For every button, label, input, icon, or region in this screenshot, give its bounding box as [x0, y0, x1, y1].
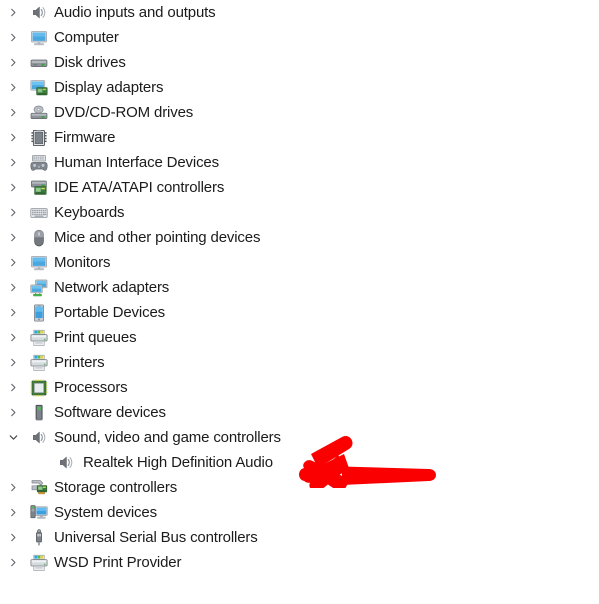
printer-icon — [26, 325, 51, 350]
tree-row[interactable]: Realtek High Definition Audio — [0, 450, 599, 475]
chevron-right-icon[interactable] — [0, 200, 26, 225]
speaker-icon — [26, 425, 51, 450]
tree-row[interactable]: DVD/CD-ROM drives — [0, 100, 599, 125]
tree-row-label: Printers — [54, 353, 105, 371]
tree-row-label: Computer — [54, 28, 119, 46]
portable-device-icon — [26, 300, 51, 325]
tree-row[interactable]: Display adapters — [0, 75, 599, 100]
tree-row-label: Display adapters — [54, 78, 164, 96]
tree-row-label: IDE ATA/ATAPI controllers — [54, 178, 225, 196]
tree-row-list: Audio inputs and outputs Computer Disk d… — [0, 0, 599, 575]
tree-row-label: System devices — [54, 503, 157, 521]
tree-row[interactable]: IDE ATA/ATAPI controllers — [0, 175, 599, 200]
chevron-right-icon[interactable] — [0, 375, 26, 400]
tree-row-label: Audio inputs and outputs — [54, 3, 216, 21]
tree-row[interactable]: Monitors — [0, 250, 599, 275]
system-device-icon — [26, 500, 51, 525]
chevron-right-icon[interactable] — [0, 550, 26, 575]
tree-row-label: Monitors — [54, 253, 111, 271]
chevron-right-icon[interactable] — [0, 0, 26, 25]
disk-drive-icon — [26, 50, 51, 75]
tree-row[interactable]: Firmware — [0, 125, 599, 150]
tree-row[interactable]: Software devices — [0, 400, 599, 425]
printer-icon — [26, 550, 51, 575]
chevron-right-icon[interactable] — [0, 100, 26, 125]
tree-row-label: Network adapters — [54, 278, 170, 296]
tree-row[interactable]: Computer — [0, 25, 599, 50]
tree-row[interactable]: Network adapters — [0, 275, 599, 300]
tree-row-label: Sound, video and game controllers — [54, 428, 281, 446]
tree-row[interactable]: Processors — [0, 375, 599, 400]
monitor-icon — [26, 250, 51, 275]
tree-row[interactable]: Storage controllers — [0, 475, 599, 500]
tree-row-label: Processors — [54, 378, 128, 396]
display-adapter-icon — [26, 75, 51, 100]
printer-icon — [26, 350, 51, 375]
network-adapter-icon — [26, 275, 51, 300]
chevron-right-icon[interactable] — [0, 400, 26, 425]
tree-row[interactable]: WSD Print Provider — [0, 550, 599, 575]
tree-row-label: DVD/CD-ROM drives — [54, 103, 194, 121]
chevron-right-icon[interactable] — [0, 325, 26, 350]
tree-row-label: Portable Devices — [54, 303, 165, 321]
tree-row[interactable]: Audio inputs and outputs — [0, 0, 599, 25]
hid-gamepad-icon — [26, 150, 51, 175]
tree-row[interactable]: Universal Serial Bus controllers — [0, 525, 599, 550]
tree-row-label: Software devices — [54, 403, 166, 421]
speaker-icon — [26, 0, 51, 25]
software-device-icon — [26, 400, 51, 425]
device-manager-tree[interactable]: Audio inputs and outputs Computer Disk d… — [0, 0, 599, 604]
chevron-right-icon[interactable] — [0, 525, 26, 550]
ide-controller-icon — [26, 175, 51, 200]
tree-row[interactable]: Print queues — [0, 325, 599, 350]
chevron-down-icon[interactable] — [0, 425, 26, 450]
chevron-right-icon[interactable] — [0, 350, 26, 375]
tree-row[interactable]: Mice and other pointing devices — [0, 225, 599, 250]
processor-icon — [26, 375, 51, 400]
tree-row[interactable]: Keyboards — [0, 200, 599, 225]
chevron-right-icon[interactable] — [0, 475, 26, 500]
tree-row[interactable]: Sound, video and game controllers — [0, 425, 599, 450]
chevron-right-icon[interactable] — [0, 225, 26, 250]
chevron-right-icon[interactable] — [0, 125, 26, 150]
tree-row-label: Firmware — [54, 128, 116, 146]
optical-drive-icon — [26, 100, 51, 125]
tree-row[interactable]: Disk drives — [0, 50, 599, 75]
storage-controller-icon — [26, 475, 51, 500]
chevron-right-icon[interactable] — [0, 75, 26, 100]
firmware-chip-icon — [26, 125, 51, 150]
usb-icon — [26, 525, 51, 550]
tree-row-label: Storage controllers — [54, 478, 178, 496]
tree-row-label: WSD Print Provider — [54, 553, 182, 571]
tree-row-label: Print queues — [54, 328, 137, 346]
monitor-icon — [26, 25, 51, 50]
tree-row[interactable]: Human Interface Devices — [0, 150, 599, 175]
chevron-right-icon[interactable] — [0, 500, 26, 525]
expander-placeholder — [27, 450, 53, 475]
chevron-right-icon[interactable] — [0, 150, 26, 175]
tree-row-label: Mice and other pointing devices — [54, 228, 261, 246]
tree-row[interactable]: System devices — [0, 500, 599, 525]
tree-row-label: Human Interface Devices — [54, 153, 219, 171]
chevron-right-icon[interactable] — [0, 250, 26, 275]
tree-row-label: Universal Serial Bus controllers — [54, 528, 258, 546]
tree-row[interactable]: Printers — [0, 350, 599, 375]
tree-row-label: Disk drives — [54, 53, 126, 71]
mouse-icon — [26, 225, 51, 250]
keyboard-icon — [26, 200, 51, 225]
chevron-right-icon[interactable] — [0, 275, 26, 300]
tree-row-label: Realtek High Definition Audio — [83, 453, 273, 471]
chevron-right-icon[interactable] — [0, 175, 26, 200]
tree-row[interactable]: Portable Devices — [0, 300, 599, 325]
speaker-icon — [53, 450, 78, 475]
chevron-right-icon[interactable] — [0, 25, 26, 50]
chevron-right-icon[interactable] — [0, 50, 26, 75]
tree-row-label: Keyboards — [54, 203, 125, 221]
chevron-right-icon[interactable] — [0, 300, 26, 325]
